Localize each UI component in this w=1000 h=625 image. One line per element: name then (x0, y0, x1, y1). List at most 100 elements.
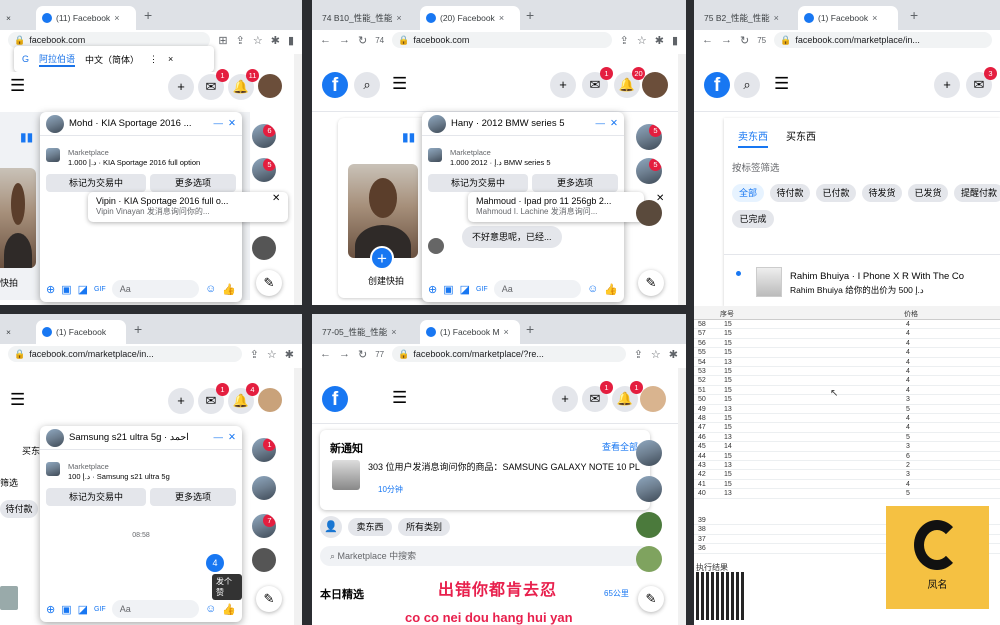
tab-selling[interactable]: 卖东西 (738, 128, 768, 148)
table-row[interactable]: 56 15 4 (694, 339, 1000, 349)
table-row[interactable]: 53 15 4 (694, 367, 1000, 377)
menu-icon[interactable]: ☰ (392, 74, 407, 94)
forward-icon[interactable]: → (339, 348, 350, 360)
more-options-button[interactable]: 更多选项 (150, 174, 236, 192)
image-icon[interactable]: ▣ (443, 283, 453, 296)
tab-other[interactable]: 75 B2_性能_性能 × (698, 6, 794, 30)
tab-buying[interactable]: 买东西 (786, 128, 816, 143)
facebook-logo[interactable]: f (322, 72, 348, 98)
close-icon[interactable]: × (774, 13, 779, 23)
tab-1[interactable]: × (0, 320, 32, 344)
gif-icon[interactable]: GIF (94, 286, 106, 293)
translate-target-tab[interactable]: 中文（简体） (85, 53, 139, 66)
sticker-icon[interactable]: ◪ (78, 283, 88, 296)
messenger-button[interactable]: ✉ 1 (582, 381, 613, 412)
menu-icon[interactable]: ☰ (392, 388, 407, 408)
extensions-icon[interactable]: ✱ (669, 348, 678, 361)
like-icon[interactable]: 👍 (222, 283, 236, 296)
tab-other[interactable]: 77-05_性能_性能 × (316, 320, 416, 344)
reload-icon[interactable]: ↻ (740, 34, 749, 47)
sticker-icon[interactable]: ◪ (460, 283, 470, 296)
star-icon[interactable]: ☆ (637, 34, 647, 47)
more-options-button[interactable]: 更多选项 (150, 488, 236, 506)
tab-facebook[interactable]: (1) Facebook × (798, 6, 898, 30)
chat-head-3[interactable]: 7 (252, 514, 276, 538)
tab-facebook[interactable]: (11) Facebook × (36, 6, 136, 30)
like-icon[interactable]: 👍 (604, 283, 618, 296)
table-row[interactable]: 55 15 4 (694, 348, 1000, 358)
extensions-icon[interactable]: ✱ (285, 348, 294, 361)
filter-remind[interactable]: 提醒付款 (954, 184, 1000, 202)
notification-text[interactable]: 303 位用户发消息询问你的商品：SAMSUNG GALAXY NOTE 10 … (368, 460, 640, 473)
table-row[interactable]: 52 15 4 (694, 376, 1000, 386)
close-icon[interactable]: ✕ (228, 118, 236, 129)
message-notification[interactable]: Mahmoud · Ipad pro 11 256gb 2... Mahmoud… (468, 192, 644, 222)
chat-head-2[interactable] (252, 476, 276, 500)
new-tab-icon[interactable]: + (910, 7, 918, 23)
create-button[interactable]: + (934, 72, 960, 98)
see-all-link[interactable]: 查看全部 (602, 440, 638, 453)
table-row[interactable]: 44 15 6 (694, 452, 1000, 461)
image-icon[interactable]: ▣ (61, 283, 71, 296)
chat-head-1[interactable] (636, 440, 662, 466)
translate-source-tab[interactable]: 阿拉伯语 (39, 52, 76, 67)
chip-selling[interactable]: 卖东西 (348, 518, 392, 536)
create-story-button[interactable]: + (370, 246, 394, 270)
mark-sold-button[interactable]: 标记为交易中 (46, 174, 146, 192)
share-icon[interactable]: ⇪ (620, 34, 629, 47)
star-icon[interactable]: ☆ (253, 34, 263, 47)
url-field[interactable]: 🔒 facebook.com (392, 32, 612, 48)
mark-sold-button[interactable]: 标记为交易中 (46, 488, 146, 506)
url-field[interactable]: 🔒 facebook.com/marketplace/in... (774, 32, 992, 48)
minimize-icon[interactable]: — (214, 432, 224, 443)
partial-pill[interactable]: 待付款 (0, 500, 38, 518)
star-icon[interactable]: ☆ (651, 348, 661, 361)
gif-icon[interactable]: GIF (476, 286, 488, 293)
minimize-icon[interactable]: — (596, 118, 606, 129)
tab-other[interactable]: 74 B10_性能_性能 × (316, 6, 416, 30)
sidepanel-icon[interactable]: ▮ (288, 34, 294, 47)
order-item[interactable]: Rahim Bhuiya · I Phone X R With The Co R… (724, 254, 1000, 297)
table-row[interactable]: 51 15 4 (694, 386, 1000, 396)
back-icon[interactable]: ← (320, 34, 331, 46)
chat-head-3[interactable] (636, 200, 662, 226)
search-icon[interactable]: ⌕ (354, 72, 380, 98)
chat-head-2[interactable]: 5 (252, 158, 276, 182)
scrollbar[interactable] (678, 54, 686, 305)
star-icon[interactable]: ☆ (267, 348, 277, 361)
mark-sold-button[interactable]: 标记为交易中 (428, 174, 528, 192)
notifications-button[interactable]: 🔔 20 (614, 67, 645, 98)
emoji-icon[interactable]: ☺ (205, 603, 216, 615)
table-row[interactable]: 49 13 5 (694, 405, 1000, 414)
emoji-icon[interactable]: ☺ (205, 283, 216, 295)
tab-1[interactable]: × (0, 6, 32, 30)
add-icon[interactable]: ⊕ (428, 283, 437, 296)
new-tab-icon[interactable]: + (144, 7, 152, 23)
table-row[interactable]: 41 15 4 (694, 480, 1000, 490)
forward-icon[interactable]: → (721, 34, 732, 46)
back-icon[interactable]: ← (702, 34, 713, 46)
chat-header[interactable]: Hany · 2012 BMW series 5 — ✕ (422, 112, 624, 136)
messenger-button[interactable]: ✉ 1 (198, 383, 229, 414)
scrollbar[interactable] (294, 368, 302, 625)
filter-paid[interactable]: 已付款 (816, 184, 856, 202)
table-row[interactable]: 40 13 5 (694, 489, 1000, 499)
messenger-button[interactable]: ✉ 1 (198, 69, 229, 100)
extensions-icon[interactable]: ✱ (655, 34, 664, 47)
url-field[interactable]: 🔒 facebook.com/marketplace/in... (8, 346, 242, 362)
profile-avatar[interactable] (258, 388, 282, 412)
chat-head-1[interactable]: 1 (252, 438, 276, 462)
chat-head-4[interactable] (252, 548, 276, 572)
chat-head-3[interactable] (252, 236, 276, 260)
message-input[interactable]: Aa (111, 600, 200, 618)
forward-icon[interactable]: → (339, 34, 350, 46)
table-row[interactable]: 54 13 4 (694, 358, 1000, 367)
sticker-icon[interactable]: ◪ (78, 603, 88, 616)
share-icon[interactable]: ⇪ (250, 348, 259, 361)
translate-icon[interactable]: ⊞ (218, 34, 227, 47)
filter-shipped[interactable]: 已发货 (908, 184, 948, 202)
notifications-button[interactable]: 🔔 1 (612, 381, 643, 412)
menu-icon[interactable]: ☰ (10, 390, 25, 410)
close-icon[interactable]: ✕ (228, 432, 236, 443)
close-tab-icon[interactable]: × (872, 13, 877, 23)
